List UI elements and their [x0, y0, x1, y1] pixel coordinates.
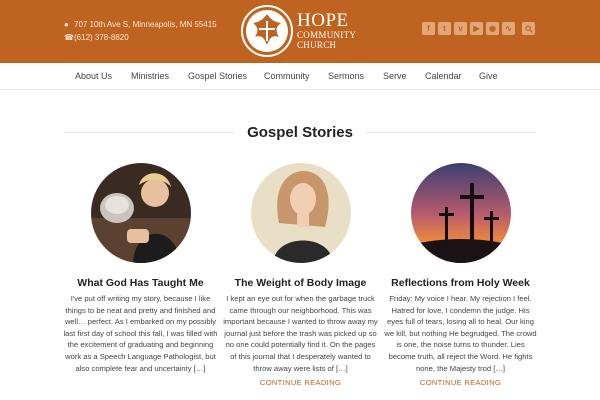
post-excerpt: I kept an eye out for when the garbage t… — [223, 294, 378, 373]
logo-emblem-icon — [241, 5, 293, 57]
site-logo[interactable]: HOPE COMMUNITY CHURCH — [240, 4, 356, 58]
section-title: Gospel Stories — [0, 124, 600, 141]
contact-info: ● 707 10th Ave S, Minneapolis, MN 55415 … — [64, 18, 217, 44]
post-excerpt: I've put off writing my story, because I… — [63, 294, 218, 373]
phone-icon: ☎ — [64, 33, 74, 42]
facebook-icon[interactable]: f — [422, 22, 435, 35]
social-links: f t v ▶ ◉ ∿ — [422, 22, 515, 35]
post-image[interactable] — [250, 163, 351, 263]
post-card: What God Has Taught Me I've put off writ… — [63, 163, 218, 374]
vimeo-icon[interactable]: v — [454, 22, 467, 35]
youtube-icon[interactable]: ▶ — [470, 22, 483, 35]
nav-item-ministries[interactable]: Ministries — [131, 71, 169, 81]
nav-item-gospel-stories[interactable]: Gospel Stories — [188, 71, 247, 81]
continue-reading-link[interactable]: CONTINUE READING — [223, 378, 378, 387]
main-nav: About Us Ministries Gospel Stories Commu… — [0, 63, 600, 90]
map-pin-icon: ● — [64, 20, 69, 29]
nav-item-community[interactable]: Community — [264, 71, 310, 81]
post-title[interactable]: Reflections from Holy Week — [383, 277, 538, 289]
address-text: 707 10th Ave S, Minneapolis, MN 55415 — [74, 20, 217, 29]
nav-item-serve[interactable]: Serve — [383, 71, 407, 81]
post-image[interactable] — [90, 163, 191, 263]
phone-text[interactable]: (612) 378-8820 — [74, 31, 129, 44]
continue-reading-link[interactable]: CONTINUE READING — [383, 378, 538, 387]
rss-icon[interactable]: ∿ — [502, 22, 515, 35]
search-icon — [524, 24, 533, 33]
nav-item-sermons[interactable]: Sermons — [328, 71, 364, 81]
post-image[interactable] — [410, 163, 511, 263]
instagram-icon[interactable]: ◉ — [486, 22, 499, 35]
post-card: Reflections from Holy Week Friday: My vo… — [383, 163, 538, 387]
search-button[interactable] — [522, 22, 535, 35]
post-card: The Weight of Body Image I kept an eye o… — [223, 163, 378, 387]
nav-item-about-us[interactable]: About Us — [75, 71, 112, 81]
post-title[interactable]: The Weight of Body Image — [223, 277, 378, 289]
logo-wordmark: HOPE COMMUNITY CHURCH — [297, 10, 357, 50]
site-header: ● 707 10th Ave S, Minneapolis, MN 55415 … — [0, 0, 600, 63]
twitter-icon[interactable]: t — [438, 22, 451, 35]
nav-item-calendar[interactable]: Calendar — [425, 71, 462, 81]
post-excerpt: Friday: My voice I hear. My rejection I … — [384, 294, 537, 373]
nav-item-give[interactable]: Give — [479, 71, 498, 81]
post-title[interactable]: What God Has Taught Me — [63, 277, 218, 289]
